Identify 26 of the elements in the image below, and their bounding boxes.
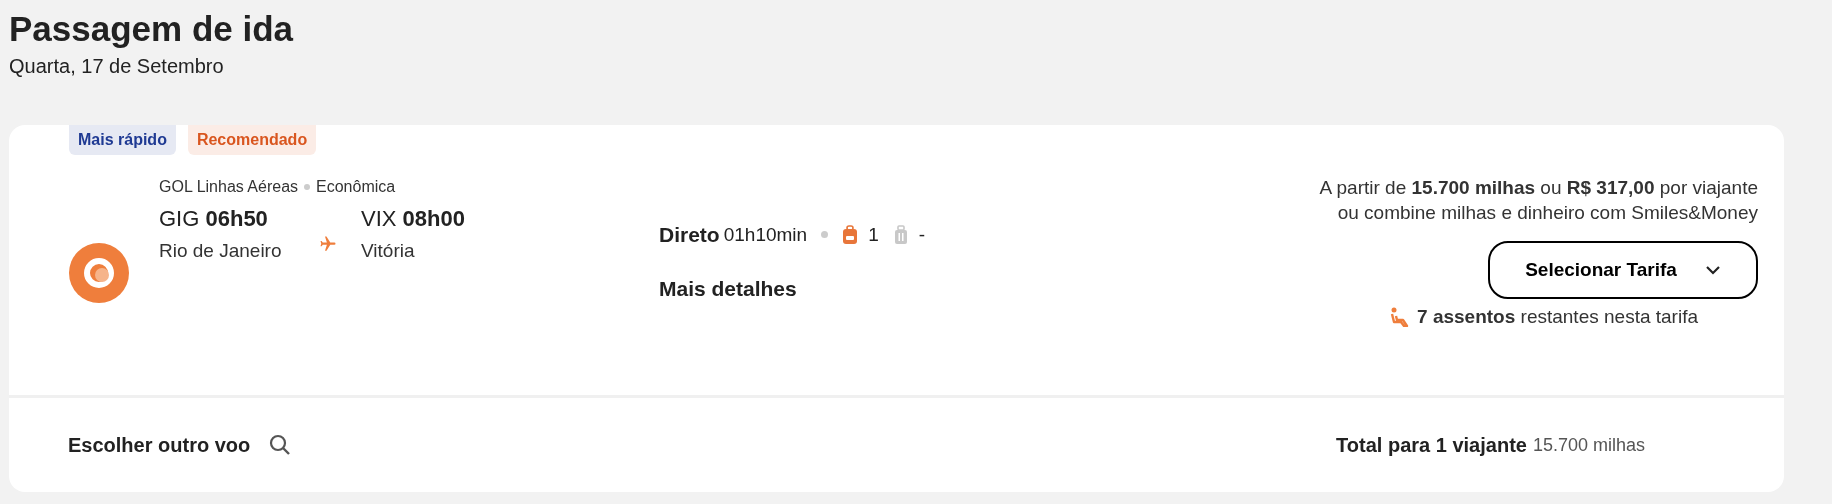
seats-remaining-text: 7 assentos restantes nesta tarifa xyxy=(1417,305,1698,329)
cabin-class: Econômica xyxy=(316,177,396,197)
total-value: 15.700 milhas xyxy=(1532,433,1645,457)
airplane-icon xyxy=(319,235,337,253)
details-link[interactable]: Mais detalhes xyxy=(659,272,1079,304)
departure-city: Rio de Janeiro xyxy=(159,239,283,263)
departure-time: GIG 06h50 xyxy=(159,205,269,233)
arrival-city: Vitória xyxy=(361,239,416,263)
choose-other-flight-button[interactable]: Escolher outro voo xyxy=(68,430,293,460)
arrival-time: VIX 08h00 xyxy=(361,205,465,233)
duration-text: 01h10min xyxy=(723,222,808,247)
date-text: Quarta, 17 de Setembro xyxy=(9,54,225,79)
page-title: Passagem de ida xyxy=(9,8,295,50)
chevron-down-icon xyxy=(1704,265,1721,275)
baggage-count: - xyxy=(918,222,926,247)
select-fare-button[interactable]: Selecionar Tarifa xyxy=(1488,241,1758,299)
combine-text: ou combine milhas e dinheiro com Smiles&Money xyxy=(1337,201,1758,225)
price-text: A partir de 15.700 milhas ou R$ 317,00 por viajante xyxy=(1318,176,1758,200)
tag: Mais rápido xyxy=(69,125,176,155)
airline-name: GOL Linhas Aéreas xyxy=(159,177,299,197)
total-label: Total para 1 viajante xyxy=(1336,433,1527,458)
airline-logo-icon xyxy=(69,243,129,303)
stops-text: Direto xyxy=(659,222,720,248)
baggage-count: 1 xyxy=(868,222,879,247)
seat-icon xyxy=(1389,307,1410,328)
tag: Recomendado xyxy=(187,125,317,155)
